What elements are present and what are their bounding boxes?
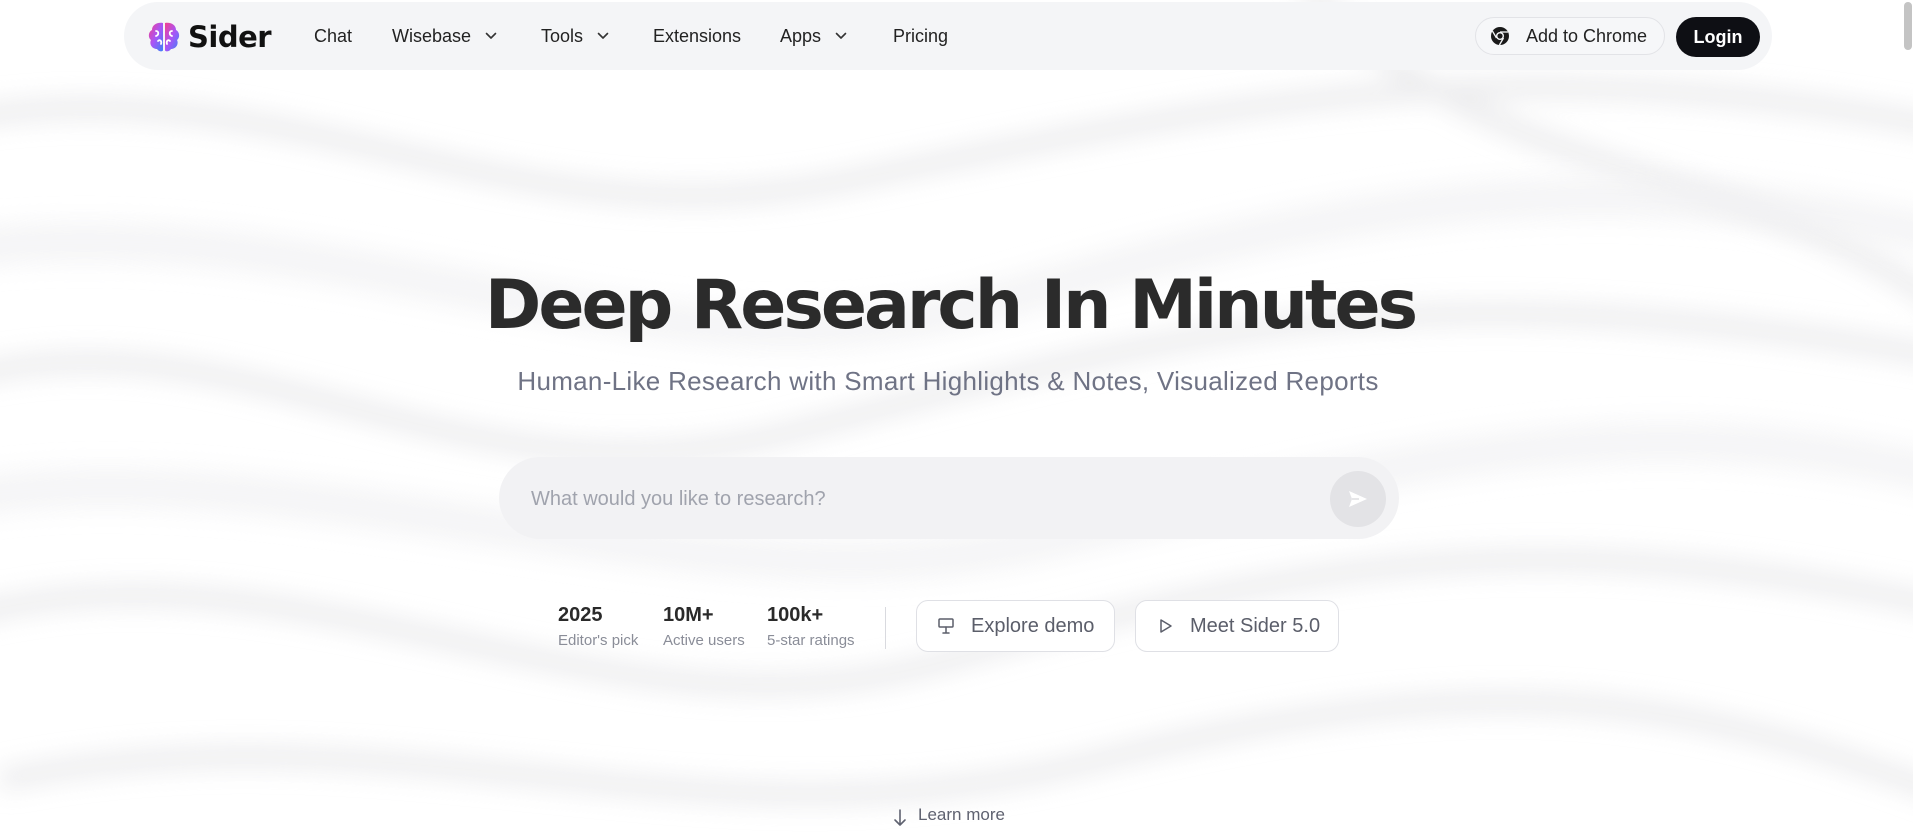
add-to-chrome-label: Add to Chrome [1526, 25, 1648, 46]
research-input[interactable] [529, 477, 1313, 521]
nav-chat-label: Chat [314, 26, 353, 46]
nav-apps[interactable]: Apps [780, 24, 847, 48]
nav-extensions-label: Extensions [653, 26, 742, 46]
nav-wisebase[interactable]: Wisebase [392, 24, 497, 48]
page-scrollbar[interactable] [1902, 0, 1913, 833]
explore-demo-label: Explore demo [971, 614, 1095, 637]
research-search-box [499, 457, 1399, 539]
chevron-down-icon [835, 32, 847, 39]
explore-demo-button[interactable]: Explore demo [916, 600, 1115, 652]
nav-extensions[interactable]: Extensions [653, 24, 741, 48]
play-icon [1160, 619, 1172, 633]
page: Sider Chat Wisebase Tools Extensions App… [0, 0, 1913, 833]
send-button[interactable] [1330, 471, 1386, 527]
presentation-icon [938, 618, 954, 634]
hero-subtitle: Human-Like Research with Smart Highlight… [517, 366, 1379, 396]
stat-editors-pick: 2025 Editor's pick [558, 603, 638, 651]
stat-label: Editor's pick [558, 632, 639, 649]
hero-title: Deep Research In Minutes [484, 266, 1418, 345]
nav-apps-label: Apps [780, 26, 822, 46]
meet-sider-button[interactable]: Meet Sider 5.0 [1135, 600, 1339, 652]
nav-pricing[interactable]: Pricing [893, 24, 948, 48]
chevron-down-icon [597, 32, 609, 39]
logo-link[interactable]: Sider [146, 19, 272, 55]
top-navbar: Sider Chat Wisebase Tools Extensions App… [124, 2, 1772, 70]
stats-divider [885, 607, 886, 649]
brain-logo-icon [148, 22, 180, 52]
chevron-down-icon [485, 32, 497, 39]
learn-more-label: Learn more [918, 805, 1005, 824]
nav-pricing-label: Pricing [893, 26, 949, 46]
arrow-down-icon [894, 809, 906, 826]
brand-name: Sider [188, 20, 272, 54]
nav-wisebase-label: Wisebase [392, 26, 472, 46]
nav-tools-label: Tools [541, 26, 584, 46]
stat-label: Active users [663, 632, 745, 649]
send-icon [1349, 491, 1367, 507]
add-to-chrome-button[interactable]: Add to Chrome [1475, 17, 1665, 55]
stat-active-users: 10M+ Active users [663, 603, 745, 651]
learn-more-link[interactable]: Learn more [892, 802, 1005, 828]
meet-sider-label: Meet Sider 5.0 [1190, 614, 1321, 637]
scrollbar-thumb[interactable] [1904, 2, 1912, 50]
nav-chat[interactable]: Chat [314, 24, 352, 48]
stat-value: 2025 [558, 604, 603, 626]
stat-label: 5-star ratings [767, 632, 855, 649]
stat-value: 100k+ [767, 604, 824, 626]
login-button[interactable]: Login [1676, 17, 1760, 57]
nav-tools[interactable]: Tools [541, 24, 609, 48]
stat-value: 10M+ [663, 604, 714, 626]
login-label: Login [1693, 26, 1743, 47]
stat-ratings: 100k+ 5-star ratings [767, 603, 855, 651]
chrome-icon [1491, 27, 1509, 46]
